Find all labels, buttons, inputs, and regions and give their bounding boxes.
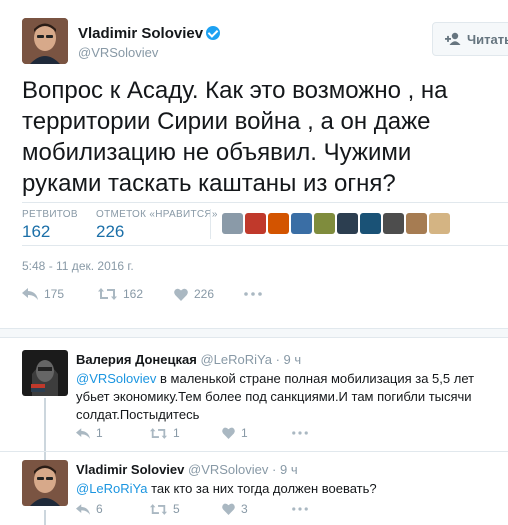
reply-time[interactable]: · 9 ч [272,462,298,477]
heart-icon [222,427,235,439]
thread-line [44,398,46,464]
replies-separator [0,328,508,338]
retweets-value: 162 [22,222,51,241]
retweet-action[interactable]: 162 [98,287,174,301]
retweet-icon [150,427,167,439]
retweets-label: РЕТВИТОВ [22,209,78,220]
tweet-stats: РЕТВИТОВ 162 ОТМЕТОК «НРАВИТСЯ» 226 [22,202,508,246]
liker-avatar[interactable] [314,213,335,234]
follow-button-label: Читать [467,31,508,47]
reply-author-handle[interactable]: @LeRoRiYa [200,352,272,367]
reply-retweet-count: 1 [173,426,180,440]
reply-like-action[interactable]: 1 [222,426,292,440]
tweet-timestamp[interactable]: 5:48 - 11 дек. 2016 г. [22,259,134,273]
reply-avatar[interactable] [22,460,68,506]
verified-badge-icon [206,26,221,40]
more-dots-icon [244,292,262,296]
reply-actions: 1 1 1 [76,426,308,440]
reply-retweet-action[interactable]: 5 [150,502,222,516]
more-dots-icon [292,507,308,511]
thread-line [44,510,46,525]
stats-divider [210,209,211,239]
liker-avatar[interactable] [337,213,358,234]
liker-avatar[interactable] [429,213,450,234]
reply-header: Валерия Донецкая @LeRoRiYa · 9 ч [76,352,301,367]
like-action[interactable]: 226 [174,287,244,301]
reply-actions: 6 5 3 [76,502,308,516]
retweets-stat[interactable]: РЕТВИТОВ 162 [22,209,78,242]
reply-text-body: так кто за них тогда должен воевать? [147,481,377,496]
liker-avatar[interactable] [245,213,266,234]
reply-more-action[interactable] [292,507,308,511]
like-count: 226 [194,287,215,301]
liker-avatar[interactable] [383,213,404,234]
reply-mention-link[interactable]: @LeRoRiYa [76,481,148,496]
reply-reply-action[interactable]: 1 [76,426,150,440]
reply-retweet-count: 5 [173,502,180,516]
reply-reply-action[interactable]: 6 [76,502,150,516]
reply-retweet-action[interactable]: 1 [150,426,222,440]
liker-avatar[interactable] [268,213,289,234]
reply-mention-link[interactable]: @VRSoloviev [76,371,156,386]
author-handle[interactable]: @VRSoloviev [78,45,158,60]
tweet-actions: 175 162 226 [22,287,262,301]
reply-like-count: 3 [241,502,248,516]
reply-icon [22,288,38,300]
reply-icon [76,427,90,439]
liker-avatar[interactable] [291,213,312,234]
more-action[interactable] [244,292,262,296]
retweet-count: 162 [123,287,144,301]
reply-reply-count: 1 [96,426,103,440]
add-user-icon [445,32,461,45]
reply-author-handle[interactable]: @VRSoloviev [188,462,268,477]
reply-reply-count: 6 [96,502,103,516]
reply-icon [76,503,90,515]
likes-stat[interactable]: ОТМЕТОК «НРАВИТСЯ» 226 [96,209,218,242]
reply-like-count: 1 [241,426,248,440]
reply-author-name[interactable]: Валерия Донецкая [76,352,197,367]
reply-avatar[interactable] [22,350,68,396]
heart-icon [174,288,188,301]
more-dots-icon [292,431,308,435]
reply-author-name[interactable]: Vladimir Soloviev [76,462,184,477]
reply-more-action[interactable] [292,431,308,435]
author-name[interactable]: Vladimir Soloviev [78,25,221,42]
tweet-text: Вопрос к Асаду. Как это возможно , на те… [22,77,448,197]
follow-button[interactable]: Читать [432,22,508,56]
reply-like-action[interactable]: 3 [222,502,292,516]
reply-text: @LeRoRiYa так кто за них тогда должен во… [76,480,496,498]
reply-separator [0,451,508,452]
likes-label: ОТМЕТОК «НРАВИТСЯ» [96,209,218,220]
reply-text: @VRSoloviev в маленькой стране полная мо… [76,370,496,424]
reply-time[interactable]: · 9 ч [276,352,302,367]
reply-header: Vladimir Soloviev @VRSoloviev · 9 ч [76,462,298,477]
liker-avatar[interactable] [360,213,381,234]
heart-icon [222,503,235,515]
author-avatar[interactable] [22,18,68,64]
liker-avatar[interactable] [406,213,427,234]
likers-avatars [222,213,450,234]
retweet-icon [150,503,167,515]
liker-avatar[interactable] [222,213,243,234]
retweet-icon [98,288,117,300]
reply-action[interactable]: 175 [22,287,98,301]
likes-value: 226 [96,222,125,241]
reply-count: 175 [44,287,65,301]
tweet-header: Vladimir Soloviev @VRSoloviev Читать [22,16,508,72]
